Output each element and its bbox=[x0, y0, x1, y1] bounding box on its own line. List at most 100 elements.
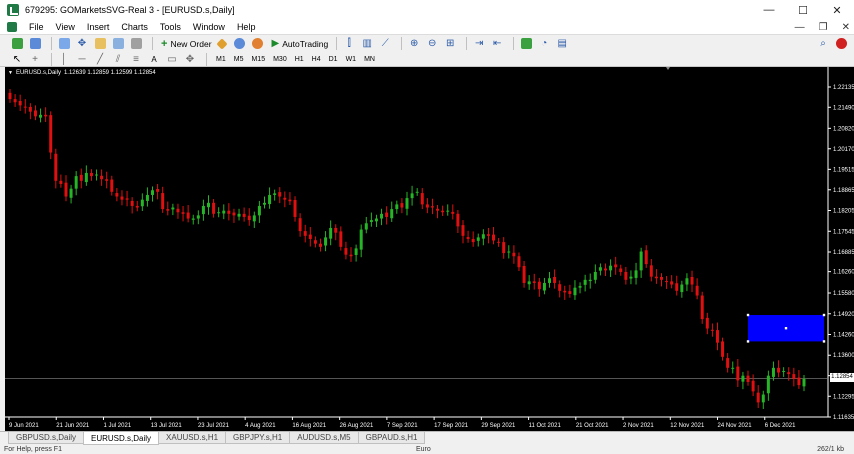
candle-body bbox=[690, 276, 694, 285]
candlestick-button[interactable]: ▥ bbox=[360, 37, 374, 51]
candle-body bbox=[420, 193, 424, 205]
text-tool-button[interactable]: A bbox=[147, 52, 161, 66]
current-price-label: 1.12854 bbox=[830, 373, 854, 382]
strategy-tester-button[interactable] bbox=[129, 37, 143, 51]
timeframe-m1[interactable]: M1 bbox=[212, 54, 230, 65]
candle-body bbox=[619, 268, 623, 272]
crosshair-button[interactable]: + bbox=[28, 52, 42, 66]
candle-body bbox=[28, 106, 32, 112]
candle-body bbox=[237, 213, 241, 217]
horizontal-line-button[interactable]: ─ bbox=[75, 52, 89, 66]
menu-charts[interactable]: Charts bbox=[115, 22, 154, 32]
metaeditor-button[interactable] bbox=[215, 37, 229, 51]
candle-body bbox=[374, 218, 378, 222]
terminal-button[interactable] bbox=[111, 37, 125, 51]
timeframe-mn[interactable]: MN bbox=[360, 54, 379, 65]
notifications-icon[interactable] bbox=[834, 37, 848, 51]
candle-body bbox=[130, 200, 134, 206]
minimize-button[interactable]: — bbox=[752, 0, 786, 20]
bar-chart-button[interactable]: ⫿ bbox=[342, 37, 356, 51]
search-icon[interactable]: ⌕ bbox=[816, 37, 830, 51]
trendline-button[interactable]: ╱ bbox=[93, 52, 107, 66]
timeframe-m5[interactable]: M5 bbox=[230, 54, 248, 65]
data-window-button[interactable]: ✥ bbox=[75, 37, 89, 51]
candle-body bbox=[400, 203, 404, 208]
close-button[interactable]: ✕ bbox=[820, 0, 854, 20]
timeframe-m30[interactable]: M30 bbox=[269, 54, 291, 65]
market-button[interactable] bbox=[251, 37, 265, 51]
child-minimize-button[interactable]: — bbox=[795, 22, 805, 33]
line-chart-button[interactable]: ⟋ bbox=[378, 37, 392, 51]
time-tick-label: 7 Sep 2021 bbox=[387, 423, 418, 429]
signals-button[interactable] bbox=[233, 37, 247, 51]
timeframe-h1[interactable]: H1 bbox=[291, 54, 308, 65]
templates-button[interactable]: ▤ bbox=[555, 37, 569, 51]
label-tool-button[interactable]: ▭ bbox=[165, 52, 179, 66]
auto-scroll-button[interactable]: ⇥ bbox=[472, 37, 486, 51]
maximize-button[interactable]: ☐ bbox=[786, 0, 820, 20]
candle-body bbox=[741, 375, 745, 382]
candle-body bbox=[364, 223, 368, 230]
candle-body bbox=[598, 267, 602, 271]
arrows-tool-button[interactable]: ✥ bbox=[183, 52, 197, 66]
tab-gbpaud-h1[interactable]: GBPAUD.s,H1 bbox=[357, 432, 426, 444]
periods-button[interactable]: ◔ bbox=[537, 37, 551, 51]
timeframe-h4[interactable]: H4 bbox=[308, 54, 325, 65]
profiles-button[interactable] bbox=[28, 37, 42, 51]
rectangle-handle bbox=[746, 313, 750, 317]
zoom-in-button[interactable]: ⊕ bbox=[407, 37, 421, 51]
menu-view[interactable]: View bbox=[50, 22, 81, 32]
menu-tools[interactable]: Tools bbox=[154, 22, 187, 32]
menu-file[interactable]: File bbox=[23, 22, 50, 32]
candle-body bbox=[710, 329, 714, 331]
cursor-button[interactable]: ↖ bbox=[10, 52, 24, 66]
fibonacci-button[interactable]: ≡ bbox=[129, 52, 143, 66]
candle-body bbox=[278, 192, 282, 197]
candle-body bbox=[415, 191, 419, 193]
candle-body bbox=[100, 175, 104, 180]
new-order-button[interactable]: + New Order bbox=[158, 38, 215, 50]
new-chart-button[interactable] bbox=[10, 37, 24, 51]
child-restore-button[interactable]: ❐ bbox=[819, 22, 828, 33]
tab-gbpjpy-h1[interactable]: GBPJPY.s,H1 bbox=[225, 432, 291, 444]
indicators-button[interactable] bbox=[519, 37, 533, 51]
candle-body bbox=[522, 265, 526, 283]
candle-body bbox=[787, 372, 791, 375]
candle-body bbox=[588, 279, 592, 282]
autotrading-button[interactable]: ▶ AutoTrading bbox=[269, 38, 332, 49]
chart-window-icon[interactable] bbox=[7, 22, 17, 32]
candle-body bbox=[736, 366, 740, 381]
candle-body bbox=[349, 254, 353, 257]
timeframe-d1[interactable]: D1 bbox=[325, 54, 342, 65]
chart-shift-button[interactable]: ⇤ bbox=[490, 37, 504, 51]
candle-body bbox=[670, 281, 674, 285]
chart-window[interactable]: 1.22135 1.21490 1.20820 1.20170 1.19515 1.188… bbox=[5, 67, 854, 431]
menu-window[interactable]: Window bbox=[187, 22, 231, 32]
collapse-triangle-icon: ▼ bbox=[8, 70, 13, 76]
vertical-line-button[interactable]: │ bbox=[57, 52, 71, 66]
tab-gbpusd-daily[interactable]: GBPUSD.s,Daily bbox=[8, 432, 85, 444]
status-bar: For Help, press F1 Euro 262/1 kb bbox=[0, 446, 854, 454]
price-tick-label: 1.11635 bbox=[833, 415, 854, 421]
market-watch-button[interactable] bbox=[57, 37, 71, 51]
candle-body bbox=[537, 281, 541, 290]
candle-body bbox=[705, 317, 709, 329]
tab-xauusd-h1[interactable]: XAUUSD.s,H1 bbox=[158, 432, 227, 444]
tile-windows-button[interactable]: ⊞ bbox=[443, 37, 457, 51]
candle-body bbox=[232, 212, 236, 216]
menu-insert[interactable]: Insert bbox=[81, 22, 116, 32]
zoom-out-button[interactable]: ⊖ bbox=[425, 37, 439, 51]
navigator-button[interactable] bbox=[93, 37, 107, 51]
price-tick-label: 1.17545 bbox=[833, 229, 854, 235]
tab-eurusd-daily[interactable]: EURUSD.s,Daily bbox=[83, 432, 160, 445]
time-tick-label: 16 Aug 2021 bbox=[292, 423, 326, 429]
channel-button[interactable]: ⫽ bbox=[111, 52, 125, 66]
timeframe-w1[interactable]: W1 bbox=[342, 54, 361, 65]
timeframe-m15[interactable]: M15 bbox=[247, 54, 269, 65]
tab-audusd-m5[interactable]: AUDUSD.s,M5 bbox=[289, 432, 359, 444]
child-close-button[interactable]: ✕ bbox=[842, 22, 850, 33]
menu-help[interactable]: Help bbox=[231, 22, 262, 32]
candle-body bbox=[380, 213, 384, 219]
price-chart[interactable]: 1.22135 1.21490 1.20820 1.20170 1.19515 1.188… bbox=[5, 67, 854, 431]
chart-header: ▼ EURUSD.s,Daily 1.12639 1.12859 1.12599… bbox=[8, 70, 156, 76]
